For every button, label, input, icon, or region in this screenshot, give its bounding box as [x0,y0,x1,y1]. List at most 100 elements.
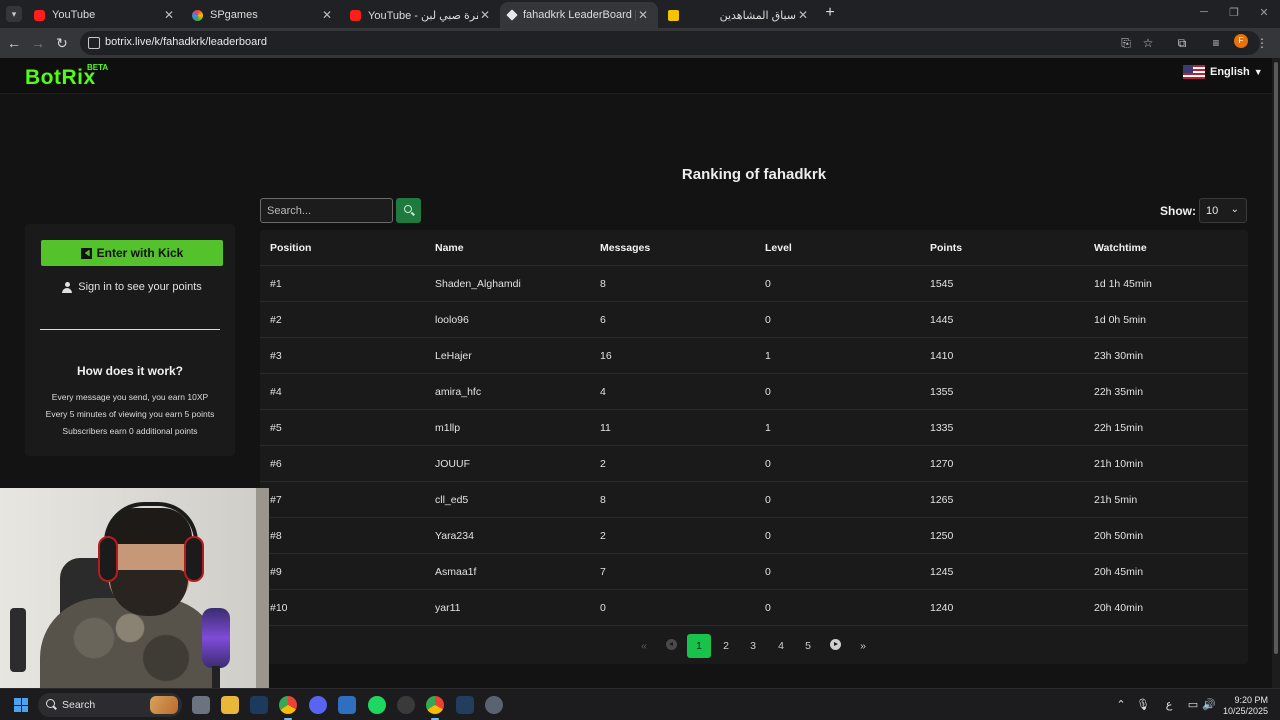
tab-youtube[interactable]: YouTube ✕ [26,2,184,28]
extensions-icon[interactable]: ⧉ [1174,35,1190,51]
close-icon[interactable]: ✕ [796,8,810,22]
cell-points: 1270 [930,458,954,470]
page-button-2[interactable]: 2 [714,634,738,658]
close-icon[interactable]: ✕ [320,8,334,22]
header-level[interactable]: Level [765,230,792,266]
chevron-up-icon[interactable]: ⌃ [1114,698,1128,712]
back-icon[interactable]: ← [6,35,22,51]
url-text[interactable]: botrix.live/k/fahadkrk/leaderboard [105,36,267,48]
cell-position: #9 [270,566,282,578]
clock-date[interactable]: 10/25/2025 [1216,706,1268,716]
menu-kebab-icon[interactable]: ⋮ [1254,35,1270,51]
webcam-door-frame [256,488,269,688]
close-icon[interactable]: ✕ [162,8,176,22]
page-scrollbar[interactable] [1272,58,1280,688]
tab-leaderboard[interactable]: fahadkrk LeaderBoard | The bes ✕ [500,2,658,28]
cell-level: 0 [765,494,771,506]
cell-messages: 2 [600,458,606,470]
profile-avatar[interactable]: F [1234,34,1248,48]
cell-messages: 4 [600,386,606,398]
input-language[interactable]: ع [1162,698,1176,712]
reload-icon[interactable]: ↻ [54,35,70,51]
tab-search-button[interactable]: ▾ [6,6,22,22]
header-position[interactable]: Position [270,230,311,266]
language-selector[interactable]: English ▼ [1183,64,1263,80]
tab-title: YouTube [52,9,96,21]
search-input[interactable] [260,198,393,223]
table-row: #8 Yara234 2 0 1250 20h 50min [260,518,1248,554]
translate-icon[interactable]: ⎘ [1118,35,1134,51]
network-icon[interactable]: ▭ [1186,698,1200,712]
app-icon[interactable] [397,696,415,714]
tab-spgames[interactable]: SPgames ✕ [184,2,342,28]
clock-time[interactable]: 9:20 PM [1216,695,1268,705]
page-button-1[interactable]: 1 [687,634,711,658]
close-icon[interactable]: ✕ [478,8,492,22]
header-watchtime[interactable]: Watchtime [1094,230,1147,266]
header-name[interactable]: Name [435,230,464,266]
discord-icon[interactable] [309,696,327,714]
close-icon[interactable]: ✕ [636,8,650,22]
tab-title: سباق المشاهدين [719,9,796,22]
tab-viewers-race[interactable]: سباق المشاهدين ✕ [660,2,818,28]
settings-icon[interactable] [485,696,503,714]
window-close-icon[interactable]: ✕ [1256,6,1272,19]
cell-position: #3 [270,350,282,362]
mail-icon[interactable] [338,696,356,714]
page-button-5[interactable]: 5 [796,634,820,658]
page-button-3[interactable]: 3 [741,634,765,658]
cell-messages: 2 [600,530,606,542]
address-bar[interactable]: botrix.live/k/fahadkrk/leaderboard ⎘ ☆ ⧉… [80,31,1268,55]
last-page-button[interactable]: » [851,634,875,658]
next-page-icon[interactable] [830,639,841,650]
prev-page-icon[interactable] [666,639,677,650]
how-it-works-title: How does it work? [76,364,183,378]
search-button[interactable] [396,198,421,223]
bookmark-star-icon[interactable]: ☆ [1140,35,1156,51]
site-info-icon[interactable] [88,37,100,49]
file-explorer-icon[interactable] [221,696,239,714]
cell-points: 1265 [930,494,954,506]
header-points[interactable]: Points [930,230,962,266]
botrix-logo[interactable]: BotRix [25,66,96,90]
sign-in-link[interactable]: Sign in to see your points [41,281,223,293]
taskbar-search[interactable]: Search [38,693,182,717]
cell-points: 1545 [930,278,954,290]
youtube-icon [350,9,361,21]
steam-alt-icon[interactable] [456,696,474,714]
microphone-icon[interactable]: 🎙 [1136,698,1150,712]
cell-position: #10 [270,602,288,614]
maximize-icon[interactable]: ❐ [1226,6,1242,19]
volume-icon[interactable]: 🔊 [1202,698,1216,712]
cell-messages: 6 [600,314,606,326]
chrome-profile-icon[interactable] [426,696,444,720]
windows-start-icon[interactable] [14,698,28,712]
forward-icon[interactable]: → [30,35,46,51]
enter-with-kick-button[interactable]: Enter with Kick [41,240,223,266]
cell-position: #2 [270,314,282,326]
page-button-4[interactable]: 4 [769,634,793,658]
minimize-icon[interactable]: ─ [1196,6,1212,18]
cell-level: 1 [765,422,771,434]
cell-watchtime: 22h 35min [1094,386,1144,398]
cell-watchtime: 23h 30min [1094,350,1144,362]
header-messages[interactable]: Messages [600,230,650,266]
cell-name: yar11 [435,602,461,614]
show-count-select[interactable]: 10 ⌄ [1199,198,1247,223]
spotify-icon[interactable] [368,696,386,714]
media-controls-icon[interactable]: ≡ [1208,35,1224,51]
tab-youtube-song[interactable]: YouTube - اغنية يا بقرة صبي لبن ✕ [342,2,500,28]
steam-icon[interactable] [250,696,268,714]
cell-watchtime: 20h 40min [1094,602,1144,614]
cell-name: Yara234 [435,530,474,542]
task-view-icon[interactable] [192,696,210,714]
table-header-row: Position Name Messages Level Points Watc… [260,230,1248,266]
spgames-icon [192,9,203,21]
scrollbar-thumb[interactable] [1274,62,1278,654]
table-row: #1 Shaden_Alghamdi 8 0 1545 1d 1h 45min [260,266,1248,302]
chrome-icon[interactable] [279,696,297,720]
new-tab-button[interactable]: + [822,5,838,21]
tab-title: YouTube - اغنية يا بقرة صبي لبن [368,9,478,22]
first-page-button[interactable]: « [632,634,656,658]
cell-level: 0 [765,566,771,578]
